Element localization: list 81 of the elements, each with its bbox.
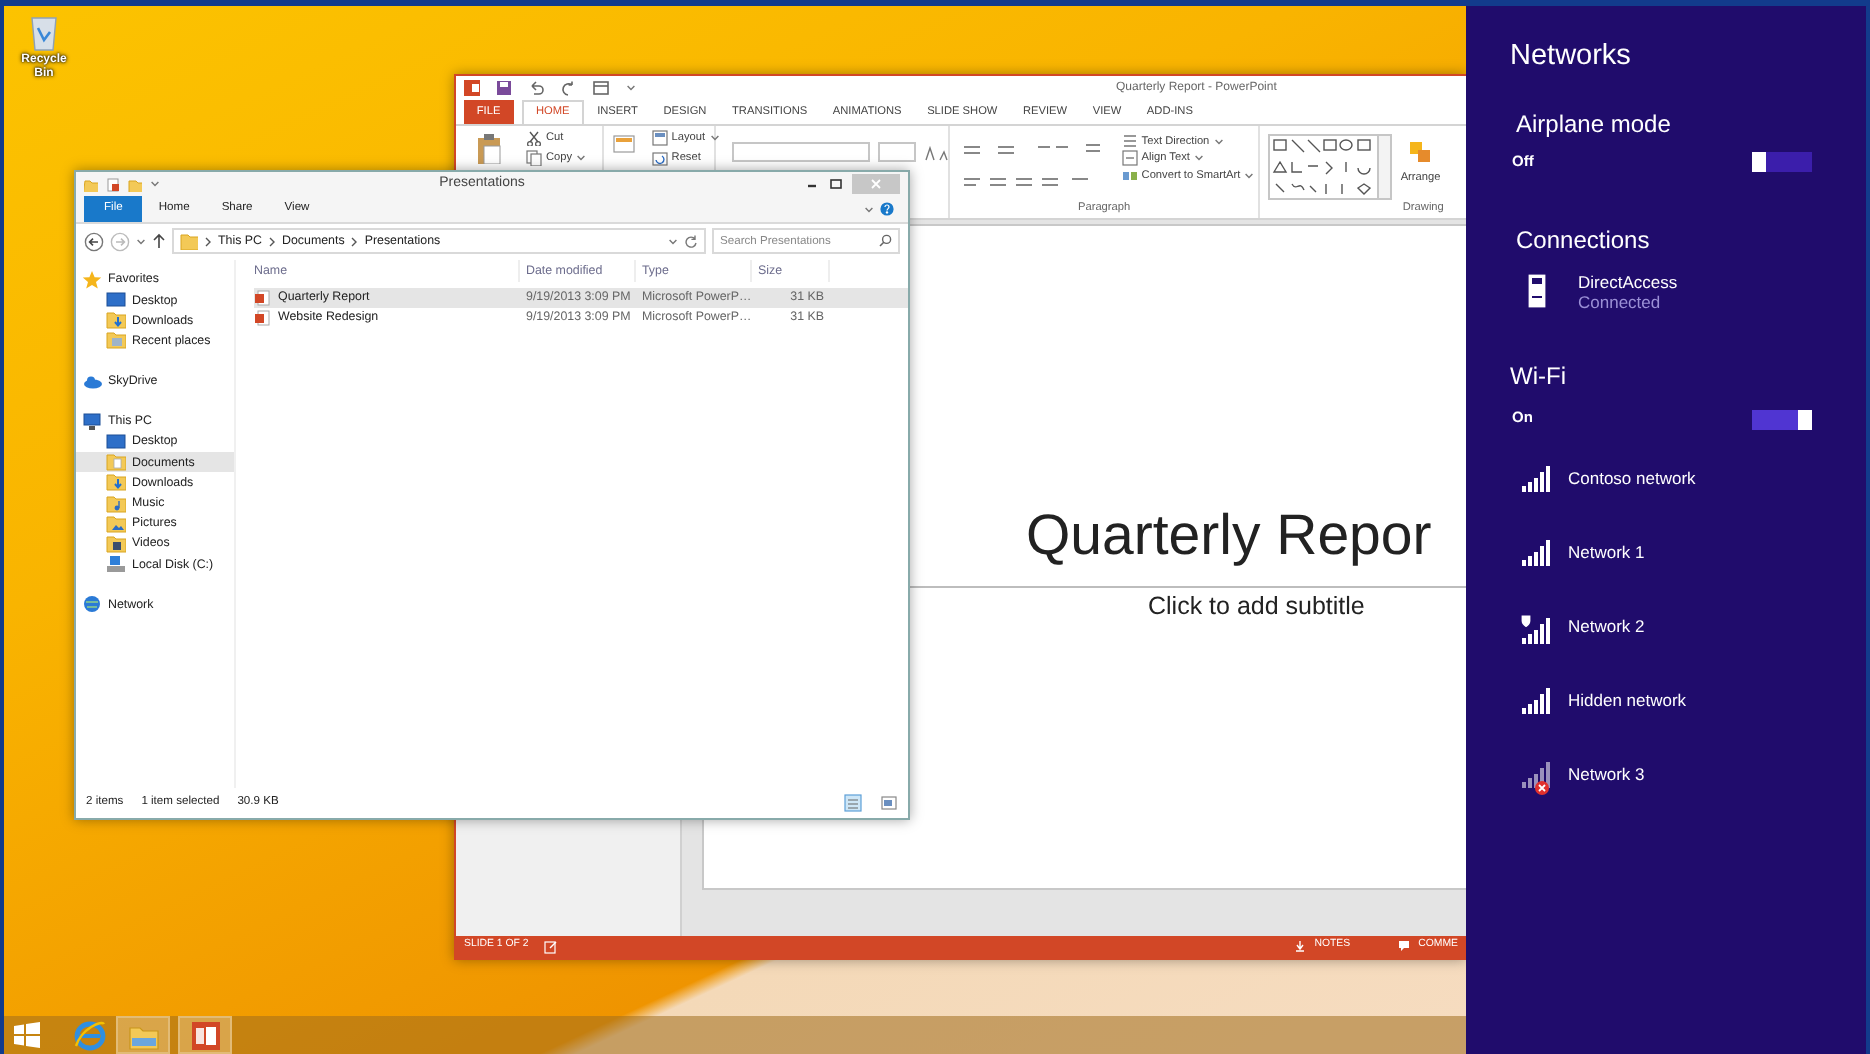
recycle-bin-icon[interactable]	[28, 12, 60, 52]
section-heading: Wi-Fi	[1510, 363, 1568, 392]
section-heading: Airplane mode	[1516, 111, 1673, 139]
help-icon[interactable]	[880, 201, 894, 216]
wifi-signal-icon	[1520, 465, 1552, 492]
arrange-icon	[1408, 139, 1433, 164]
large-icons-view-icon[interactable]	[880, 794, 898, 813]
reset-icon	[651, 149, 668, 166]
properties-icon[interactable]	[106, 177, 120, 192]
section-heading: Connections	[1516, 228, 1652, 257]
font-size-arrows-icon[interactable]	[923, 145, 948, 162]
cloud-icon	[82, 371, 102, 392]
up-arrow-icon[interactable]	[152, 232, 166, 251]
folder-icon	[106, 472, 126, 493]
folder-icon	[106, 310, 126, 331]
notes-icon	[1294, 940, 1307, 953]
folder-icon	[106, 533, 126, 554]
folder-icon	[106, 452, 126, 473]
layout-icon	[651, 129, 668, 146]
toggle-switch[interactable]	[1752, 409, 1812, 430]
caret-icon	[150, 180, 160, 189]
folder-icon	[106, 493, 126, 514]
caret-icon	[668, 237, 678, 246]
copy-icon	[526, 149, 542, 166]
font-name-field[interactable]	[731, 141, 870, 162]
star-icon	[82, 269, 102, 290]
details-view-icon[interactable]	[844, 794, 862, 813]
monitor-icon	[106, 290, 126, 311]
search-icon[interactable]	[878, 234, 892, 249]
paste-icon[interactable]	[476, 133, 502, 164]
close-icon	[870, 178, 882, 191]
connection-name[interactable]: DirectAccess	[1578, 274, 1678, 295]
wifi-signal-icon	[1520, 687, 1552, 714]
start-icon	[11, 1020, 41, 1050]
network-item[interactable]: Contoso network	[1520, 465, 1866, 540]
folder-icon	[106, 330, 126, 351]
browser-icon	[74, 1019, 106, 1051]
network-item[interactable]: Hidden network	[1520, 687, 1866, 762]
secured-wifi-icon	[1520, 613, 1552, 644]
save-icon[interactable]	[496, 79, 512, 96]
network-item[interactable]: Network 2	[1520, 613, 1866, 688]
computer-icon	[82, 411, 102, 432]
drive-icon	[106, 554, 126, 575]
app-logo-icon	[464, 79, 480, 96]
smartart-icon	[1121, 167, 1138, 184]
device-icon	[1528, 274, 1546, 309]
back-button[interactable]	[84, 231, 104, 252]
slide-title[interactable]: Quarterly Repor	[1026, 495, 1432, 576]
maximize-icon[interactable]	[828, 178, 844, 191]
folder-icon	[180, 232, 198, 251]
monitor-icon	[106, 432, 126, 453]
text-direction-icon	[1121, 133, 1138, 150]
caret-icon	[864, 205, 874, 214]
chevron-icon[interactable]	[350, 235, 359, 248]
refresh-icon[interactable]	[684, 234, 698, 249]
toggle-switch[interactable]	[1752, 152, 1812, 173]
chevron-icon[interactable]	[204, 235, 212, 248]
wifi-error-icon	[1520, 761, 1552, 796]
network-item[interactable]: Network 1	[1520, 539, 1866, 614]
spelling-icon[interactable]	[544, 939, 559, 954]
caret-icon	[626, 83, 636, 92]
shapes-gallery[interactable]	[1268, 133, 1393, 200]
wifi-signal-icon	[1520, 539, 1552, 566]
connection-status: Connected	[1578, 294, 1663, 314]
network-item[interactable]: Network 3	[1520, 761, 1866, 836]
folder-icon	[106, 513, 126, 534]
comment-icon	[1398, 940, 1411, 953]
panel-title: Networks	[1510, 40, 1633, 74]
align-text-icon	[1121, 150, 1138, 167]
taskbar-button[interactable]	[8, 1016, 44, 1054]
caret-icon	[136, 237, 146, 246]
globe-icon	[82, 594, 102, 615]
undo-icon[interactable]	[528, 79, 544, 96]
slideshow-icon[interactable]	[592, 79, 610, 96]
chevron-icon[interactable]	[268, 235, 277, 248]
slide-subtitle[interactable]: Click to add subtitle	[1148, 591, 1365, 621]
scissors-icon	[526, 129, 542, 146]
taskbar-button[interactable]	[178, 1016, 232, 1054]
redo-icon[interactable]	[560, 79, 576, 96]
presentation-icon	[189, 1019, 221, 1051]
font-size-field[interactable]	[877, 141, 916, 162]
